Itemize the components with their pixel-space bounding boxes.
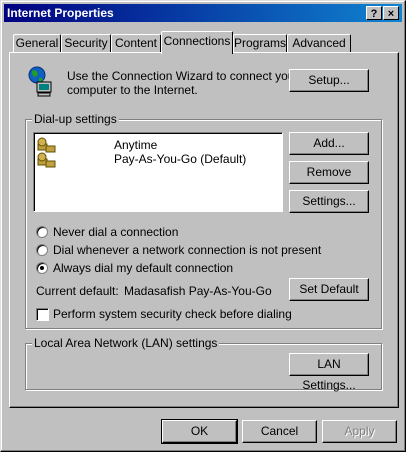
setup-button-label: Setup...: [308, 73, 350, 87]
tab-content[interactable]: Content: [111, 34, 161, 53]
radio-always-dial-label[interactable]: Always dial my default connection: [53, 261, 233, 275]
radio-dial-whenever[interactable]: [36, 244, 48, 256]
add-button[interactable]: Add...: [289, 132, 369, 155]
lan-settings-button[interactable]: LAN Settings...: [289, 353, 369, 392]
lan-settings-legend: Local Area Network (LAN) settings: [32, 336, 220, 350]
close-icon: ×: [387, 8, 395, 20]
current-default-value: Madasafish Pay-As-You-Go: [124, 284, 272, 298]
tab-advanced[interactable]: Advanced: [287, 34, 351, 53]
ok-button-label: OK: [190, 424, 209, 438]
remove-button-label: Remove: [306, 165, 352, 179]
dialup-connection-icon: [37, 137, 57, 153]
help-button[interactable]: ?: [366, 6, 382, 20]
settings-button-label: Settings...: [302, 194, 356, 208]
apply-button[interactable]: Apply: [322, 420, 397, 443]
ok-button[interactable]: OK: [161, 419, 238, 444]
tab-programs-label: Programs: [234, 36, 287, 50]
set-default-button[interactable]: Set Default: [289, 278, 369, 301]
dialup-settings-legend: Dial-up settings: [32, 112, 119, 126]
radio-always-dial[interactable]: [36, 262, 48, 274]
apply-button-label: Apply: [344, 424, 375, 438]
window-title: Internet Properties: [7, 6, 114, 20]
setup-button[interactable]: Setup...: [289, 69, 369, 92]
help-icon: ?: [370, 8, 378, 20]
cancel-button[interactable]: Cancel: [242, 420, 317, 443]
security-check-label[interactable]: Perform system security check before dia…: [53, 307, 292, 321]
close-button[interactable]: ×: [383, 6, 399, 20]
lan-settings-button-label: LAN Settings...: [302, 357, 356, 392]
tab-general-label: General: [15, 36, 59, 50]
settings-button[interactable]: Settings...: [289, 190, 369, 213]
tab-advanced-label: Advanced: [292, 36, 346, 50]
set-default-button-label: Set Default: [299, 282, 359, 296]
title-bar[interactable]: Internet Properties ? ×: [4, 4, 402, 22]
internet-properties-dialog: Internet Properties ? × General Security…: [0, 0, 406, 452]
connection-item[interactable]: Anytime: [114, 138, 157, 152]
tab-content-label: Content: [114, 36, 158, 50]
remove-button[interactable]: Remove: [289, 161, 369, 184]
security-check-checkbox[interactable]: [36, 308, 49, 321]
radio-never-dial[interactable]: [36, 226, 48, 238]
connection-item[interactable]: Pay-As-You-Go (Default): [114, 152, 246, 166]
tab-general[interactable]: General: [13, 34, 61, 53]
connections-listbox[interactable]: Anytime Pay-As-You-Go (Default): [33, 132, 283, 212]
current-default-label: Current default:: [36, 284, 119, 298]
tab-security[interactable]: Security: [61, 34, 111, 53]
cancel-button-label: Cancel: [260, 424, 299, 438]
radio-dial-whenever-label[interactable]: Dial whenever a network connection is no…: [53, 243, 321, 257]
globe-computer-icon: [26, 66, 58, 98]
tab-connections[interactable]: Connections: [161, 31, 233, 54]
radio-never-dial-label[interactable]: Never dial a connection: [53, 225, 178, 239]
tab-connections-label: Connections: [163, 34, 231, 48]
wizard-text-line2: computer to the Internet.: [67, 83, 198, 97]
wizard-text-line1: Use the Connection Wizard to connect you…: [67, 69, 299, 83]
dialup-connection-icon: [37, 152, 57, 168]
tab-security-label: Security: [64, 36, 108, 50]
tab-programs[interactable]: Programs: [233, 34, 287, 53]
add-button-label: Add...: [313, 136, 345, 150]
tab-strip: General Security Content Connections Pro…: [11, 31, 401, 54]
